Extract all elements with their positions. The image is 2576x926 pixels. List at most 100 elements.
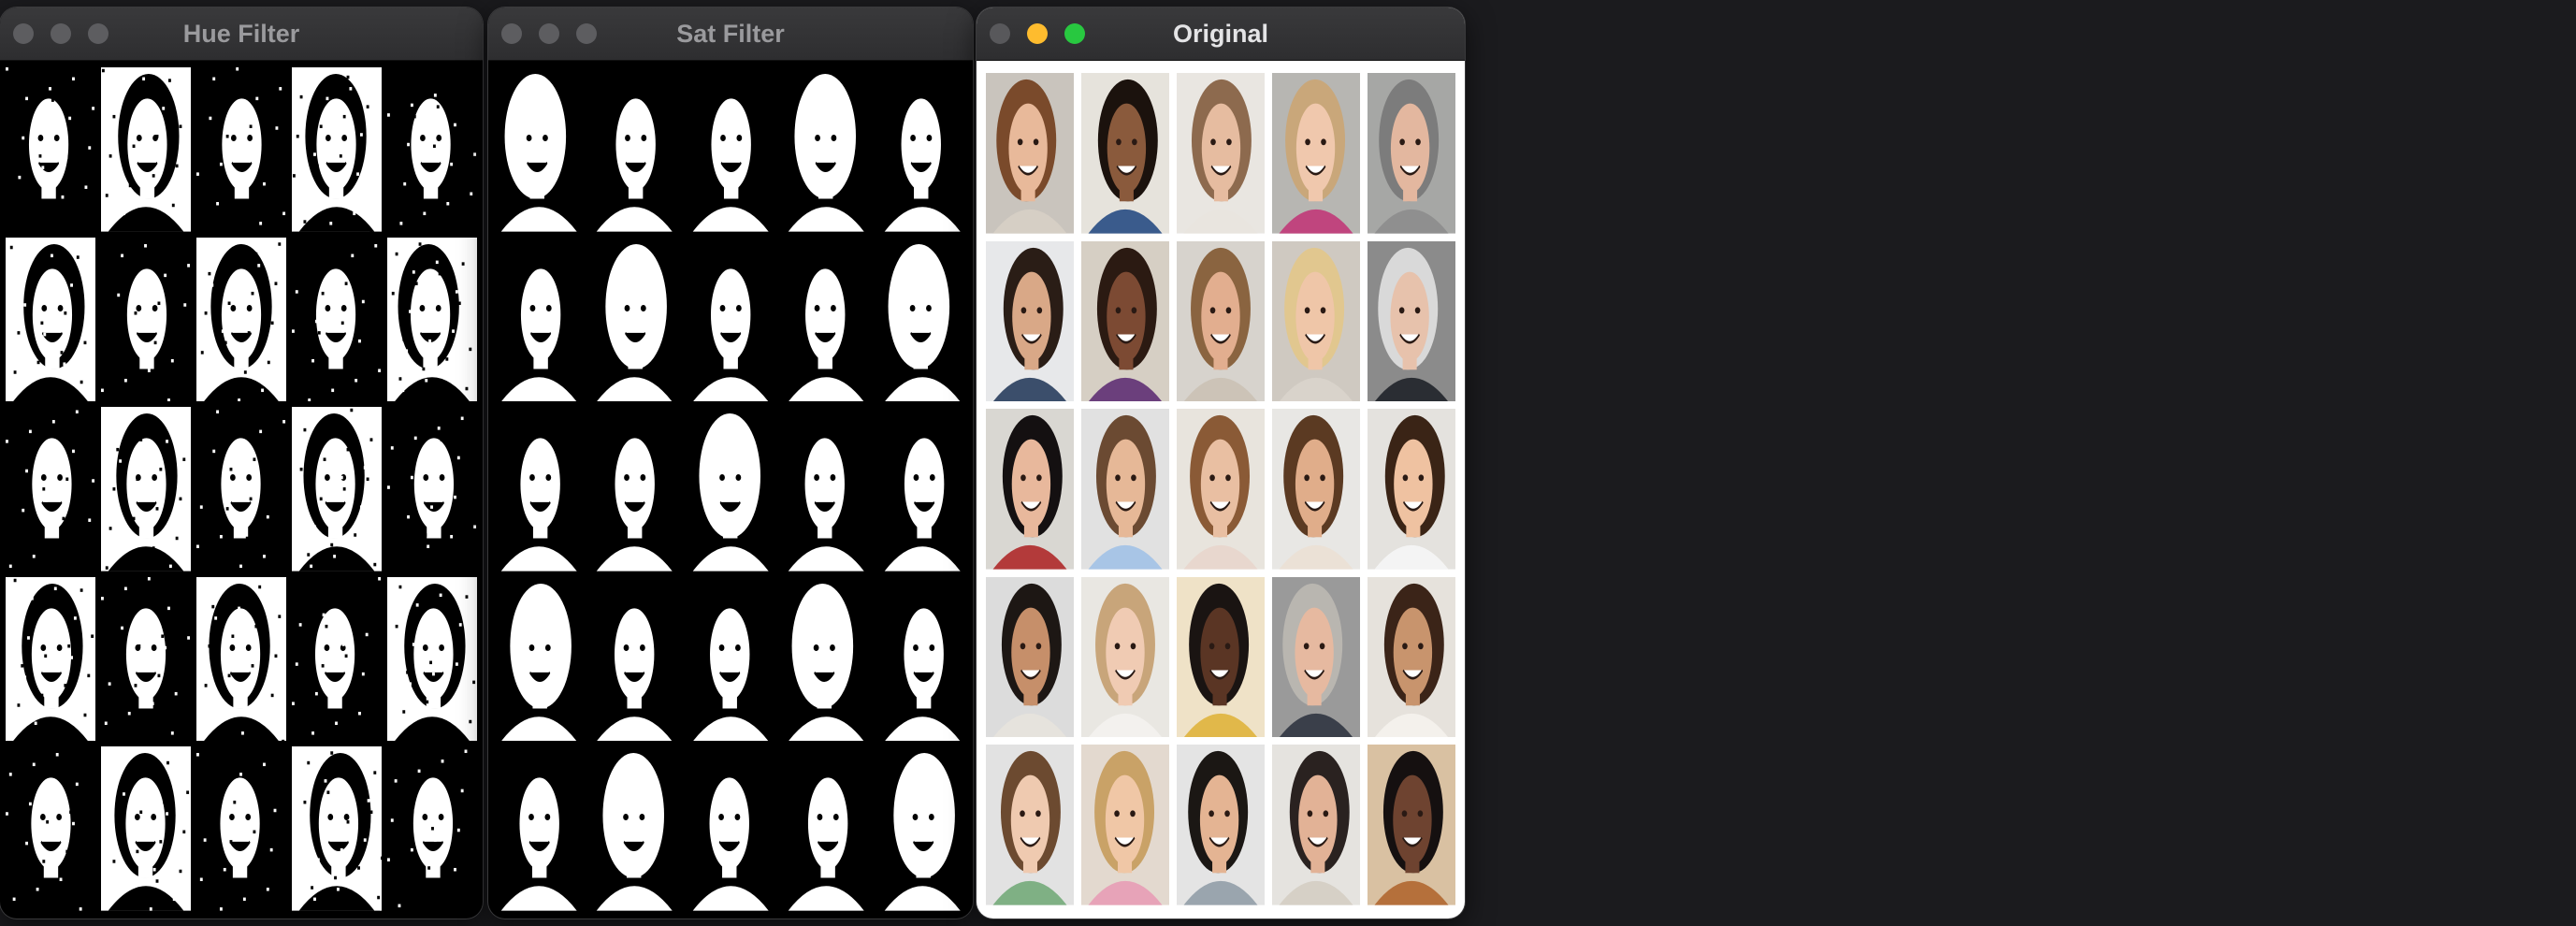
grid-cell xyxy=(101,237,191,402)
face-thumbnail xyxy=(986,576,1074,738)
grid-cell xyxy=(292,407,382,572)
face-thumbnail xyxy=(1368,240,1455,402)
grid-cell xyxy=(494,576,585,742)
grid-cell xyxy=(589,576,680,742)
face-thumbnail xyxy=(292,67,382,232)
face-thumbnail xyxy=(986,240,1074,402)
grid-cell xyxy=(196,746,286,911)
face-thumbnail xyxy=(6,407,95,572)
face-thumbnail xyxy=(876,237,967,402)
image-grid xyxy=(6,67,477,911)
image-grid xyxy=(986,73,1455,905)
face-thumbnail xyxy=(101,576,191,742)
face-thumbnail xyxy=(494,576,585,742)
grid-cell xyxy=(876,746,967,911)
grid-cell xyxy=(1177,240,1265,402)
grid-cell xyxy=(589,67,680,232)
grid-cell xyxy=(1081,409,1169,570)
grid-cell xyxy=(1368,240,1455,402)
grid-cell xyxy=(1081,745,1169,905)
face-thumbnail xyxy=(196,67,286,232)
face-thumbnail xyxy=(1272,409,1360,570)
grid-cell xyxy=(292,67,382,232)
window-original[interactable]: Original xyxy=(977,7,1465,919)
face-thumbnail xyxy=(494,407,585,572)
grid-cell xyxy=(387,746,477,911)
face-thumbnail xyxy=(781,746,872,911)
face-thumbnail xyxy=(196,576,286,742)
grid-cell xyxy=(1081,240,1169,402)
grid-cell xyxy=(292,237,382,402)
face-thumbnail xyxy=(6,576,95,742)
face-thumbnail xyxy=(387,67,477,232)
grid-cell xyxy=(1272,240,1360,402)
face-thumbnail xyxy=(101,67,191,232)
grid-cell xyxy=(494,237,585,402)
face-thumbnail xyxy=(781,237,872,402)
grid-cell xyxy=(986,240,1074,402)
face-thumbnail xyxy=(1081,73,1169,234)
face-thumbnail xyxy=(196,237,286,402)
face-thumbnail xyxy=(1177,409,1265,570)
face-thumbnail xyxy=(1177,745,1265,905)
face-thumbnail xyxy=(1177,576,1265,738)
grid-cell xyxy=(196,407,286,572)
grid-cell xyxy=(1177,73,1265,234)
face-thumbnail xyxy=(1368,745,1455,905)
window-sat-filter[interactable]: Sat Filter xyxy=(488,7,973,919)
face-thumbnail xyxy=(1272,745,1360,905)
grid-cell xyxy=(6,237,95,402)
grid-cell xyxy=(986,409,1074,570)
grid-cell xyxy=(1368,409,1455,570)
grid-cell xyxy=(876,237,967,402)
window-hue-filter[interactable]: Hue Filter xyxy=(0,7,483,919)
grid-cell xyxy=(1081,576,1169,738)
face-thumbnail xyxy=(1081,745,1169,905)
grid-cell xyxy=(196,237,286,402)
face-thumbnail xyxy=(6,67,95,232)
grid-cell xyxy=(196,67,286,232)
grid-cell xyxy=(781,407,872,572)
grid-cell xyxy=(494,67,585,232)
grid-cell xyxy=(685,746,776,911)
grid-cell xyxy=(387,237,477,402)
grid-cell xyxy=(781,67,872,232)
grid-cell xyxy=(589,237,680,402)
face-thumbnail xyxy=(876,576,967,742)
face-thumbnail xyxy=(494,237,585,402)
face-thumbnail xyxy=(6,237,95,402)
face-thumbnail xyxy=(101,237,191,402)
face-thumbnail xyxy=(685,407,776,572)
grid-cell xyxy=(781,237,872,402)
face-thumbnail xyxy=(876,67,967,232)
face-thumbnail xyxy=(589,407,680,572)
face-thumbnail xyxy=(1368,73,1455,234)
face-thumbnail xyxy=(494,67,585,232)
face-thumbnail xyxy=(292,407,382,572)
grid-cell xyxy=(986,576,1074,738)
face-thumbnail xyxy=(685,67,776,232)
face-thumbnail xyxy=(1272,576,1360,738)
grid-cell xyxy=(101,67,191,232)
face-thumbnail xyxy=(101,407,191,572)
grid-cell xyxy=(876,67,967,232)
face-thumbnail xyxy=(1081,576,1169,738)
face-thumbnail xyxy=(1272,240,1360,402)
face-thumbnail xyxy=(1368,576,1455,738)
grid-cell xyxy=(6,407,95,572)
face-thumbnail xyxy=(589,746,680,911)
grid-cell xyxy=(1081,73,1169,234)
grid-cell xyxy=(1368,745,1455,905)
grid-cell xyxy=(1272,576,1360,738)
grid-cell xyxy=(876,407,967,572)
face-thumbnail xyxy=(1177,73,1265,234)
face-thumbnail xyxy=(196,407,286,572)
grid-cell xyxy=(387,407,477,572)
face-thumbnail xyxy=(685,237,776,402)
grid-cell xyxy=(6,67,95,232)
grid-cell xyxy=(1177,745,1265,905)
face-thumbnail xyxy=(1081,409,1169,570)
grid-cell xyxy=(685,67,776,232)
face-thumbnail xyxy=(494,746,585,911)
grid-cell xyxy=(1272,73,1360,234)
